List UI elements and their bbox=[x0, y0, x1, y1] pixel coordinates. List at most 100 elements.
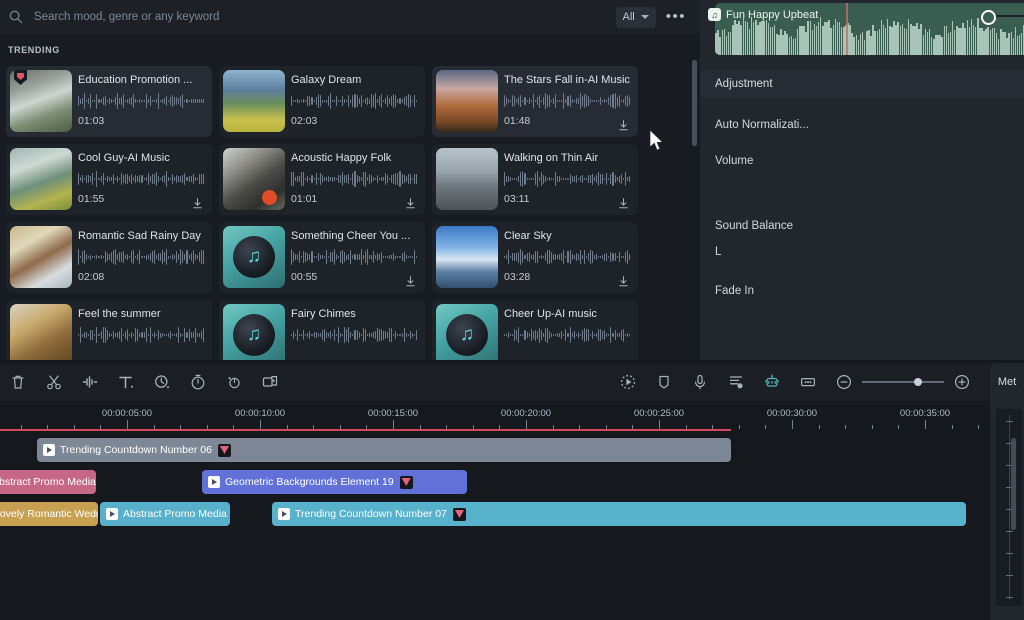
media-card[interactable]: Clear Sky 03:28 bbox=[432, 222, 638, 293]
premium-gem-icon bbox=[399, 475, 413, 489]
waveform-playhead bbox=[846, 3, 848, 55]
speed-icon[interactable] bbox=[152, 372, 172, 392]
auto-normalization-label: Auto Normalizati... bbox=[715, 119, 809, 131]
chevron-down-icon bbox=[640, 15, 649, 19]
ruler-tick bbox=[898, 425, 900, 429]
zoom-out-icon[interactable] bbox=[834, 372, 854, 392]
ai-tools-icon[interactable] bbox=[762, 372, 782, 392]
timeline-clip[interactable]: Abstract Promo Media 07 bbox=[100, 502, 230, 526]
ruler-tick bbox=[925, 420, 926, 429]
ruler-tick bbox=[393, 420, 394, 429]
media-card[interactable]: ♫ Fairy Chimes bbox=[219, 300, 425, 360]
stopwatch-icon[interactable] bbox=[188, 372, 208, 392]
search-input[interactable] bbox=[32, 10, 616, 24]
timeline-clip[interactable]: Trending Countdown Number 06 bbox=[37, 438, 731, 462]
media-thumbnail[interactable] bbox=[223, 148, 285, 210]
media-thumbnail[interactable] bbox=[436, 226, 498, 288]
music-note-icon: ♫ bbox=[233, 314, 275, 356]
meter-tab[interactable]: Met bbox=[990, 363, 1024, 401]
media-card-body: Walking on Thin Air 03:11 bbox=[502, 144, 638, 215]
premium-gem-icon bbox=[217, 443, 231, 457]
media-card-title: Cheer Up-AI music bbox=[504, 308, 597, 320]
media-thumbnail[interactable] bbox=[436, 148, 498, 210]
ruler-tick bbox=[526, 420, 527, 429]
media-card-title: Fairy Chimes bbox=[291, 308, 356, 320]
media-thumbnail[interactable]: ♫ bbox=[436, 304, 498, 360]
download-icon[interactable] bbox=[404, 275, 417, 288]
media-thumbnail[interactable] bbox=[436, 70, 498, 132]
text-icon[interactable] bbox=[116, 372, 136, 392]
media-card[interactable]: ♫ Something Cheer You ... 00:55 bbox=[219, 222, 425, 293]
media-card[interactable]: Feel the summer bbox=[6, 300, 212, 360]
adjustment-section-header[interactable]: Adjustment bbox=[700, 70, 1024, 98]
media-thumbnail[interactable]: ♫ bbox=[223, 304, 285, 360]
media-card-body: Galaxy Dream 02:03 bbox=[289, 66, 425, 137]
timeline-toolbar-left bbox=[0, 372, 288, 392]
sound-balance-label: Sound Balance bbox=[715, 220, 794, 232]
download-icon[interactable] bbox=[404, 197, 417, 210]
timeline-clip[interactable]: Lovely Romantic Weddi... bbox=[0, 502, 98, 526]
timeline-clip-label: Abstract Promo Media 07 bbox=[123, 508, 230, 520]
media-card[interactable]: ♫ Cheer Up-AI music bbox=[432, 300, 638, 360]
ruler-tick-label: 00:00:05:00 bbox=[101, 408, 153, 419]
ruler-tick bbox=[127, 420, 128, 429]
voiceover-icon[interactable] bbox=[690, 372, 710, 392]
delete-icon[interactable] bbox=[8, 372, 28, 392]
timeline-clip[interactable]: Abstract Promo Media 09 bbox=[0, 470, 96, 494]
zoom-in-icon[interactable] bbox=[952, 372, 972, 392]
playhead-line bbox=[0, 429, 731, 431]
timeline-scrollbar[interactable] bbox=[1011, 438, 1016, 530]
media-card[interactable]: Cool Guy-AI Music 01:55 bbox=[6, 144, 212, 215]
timeline-clip[interactable]: Trending Countdown Number 07 bbox=[272, 502, 966, 526]
media-card-body: The Stars Fall in-AI Music 01:48 bbox=[502, 66, 638, 137]
media-card[interactable]: Walking on Thin Air 03:11 bbox=[432, 144, 638, 215]
timeline-clip[interactable]: Geometric Backgrounds Element 19 bbox=[202, 470, 467, 494]
download-icon[interactable] bbox=[617, 275, 630, 288]
audio-meter-panel bbox=[990, 401, 1024, 620]
media-card-waveform bbox=[291, 248, 417, 266]
media-thumbnail[interactable] bbox=[10, 226, 72, 288]
download-icon[interactable] bbox=[617, 119, 630, 132]
media-card-body: Acoustic Happy Folk 01:01 bbox=[289, 144, 425, 215]
audio-detach-icon[interactable] bbox=[80, 372, 100, 392]
filter-dropdown[interactable]: All bbox=[615, 6, 656, 28]
auto-captions-icon[interactable] bbox=[726, 372, 746, 392]
music-note-icon: ♫ bbox=[446, 314, 488, 356]
download-icon[interactable] bbox=[191, 197, 204, 210]
more-options-button[interactable]: ••• bbox=[666, 9, 692, 24]
ruler-tick-label: 00:00:15:00 bbox=[367, 408, 419, 419]
subtitle-icon[interactable] bbox=[798, 372, 818, 392]
media-card[interactable]: Acoustic Happy Folk 01:01 bbox=[219, 144, 425, 215]
media-card-title: Cool Guy-AI Music bbox=[78, 152, 170, 164]
media-card-title: Clear Sky bbox=[504, 230, 552, 242]
media-card-waveform bbox=[504, 92, 630, 110]
zoom-slider-track[interactable] bbox=[862, 378, 944, 386]
crop-icon[interactable] bbox=[260, 372, 280, 392]
zoom-slider-knob[interactable] bbox=[914, 378, 922, 386]
media-card[interactable]: The Stars Fall in-AI Music 01:48 bbox=[432, 66, 638, 137]
media-card-duration: 00:55 bbox=[291, 271, 318, 283]
freeze-frame-icon[interactable] bbox=[224, 372, 244, 392]
media-thumbnail[interactable] bbox=[223, 70, 285, 132]
marker-icon[interactable] bbox=[654, 372, 674, 392]
media-thumbnail[interactable]: ♫ bbox=[223, 226, 285, 288]
media-card[interactable]: Romantic Sad Rainy Day 02:08 bbox=[6, 222, 212, 293]
media-scrollbar[interactable] bbox=[692, 60, 697, 146]
timeline-toolbar-right bbox=[610, 372, 980, 392]
media-card-body: Cool Guy-AI Music 01:55 bbox=[76, 144, 212, 215]
media-card-waveform bbox=[78, 92, 204, 110]
media-card[interactable]: Education Promotion ... 01:03 bbox=[6, 66, 212, 137]
split-icon[interactable] bbox=[44, 372, 64, 392]
record-icon[interactable] bbox=[618, 372, 638, 392]
timeline-toolbar bbox=[0, 363, 990, 401]
download-icon[interactable] bbox=[617, 197, 630, 210]
media-thumbnail[interactable] bbox=[10, 304, 72, 360]
media-card-body: Feel the summer bbox=[76, 300, 212, 360]
media-card[interactable]: Galaxy Dream 02:03 bbox=[219, 66, 425, 137]
ruler-tick bbox=[765, 425, 767, 429]
clip-name-label: ♫ Fun Happy Upbeat bbox=[708, 8, 818, 21]
ruler-tick bbox=[738, 425, 740, 429]
media-thumbnail[interactable] bbox=[10, 70, 72, 132]
waveform-volume-handle[interactable] bbox=[981, 10, 996, 25]
media-thumbnail[interactable] bbox=[10, 148, 72, 210]
